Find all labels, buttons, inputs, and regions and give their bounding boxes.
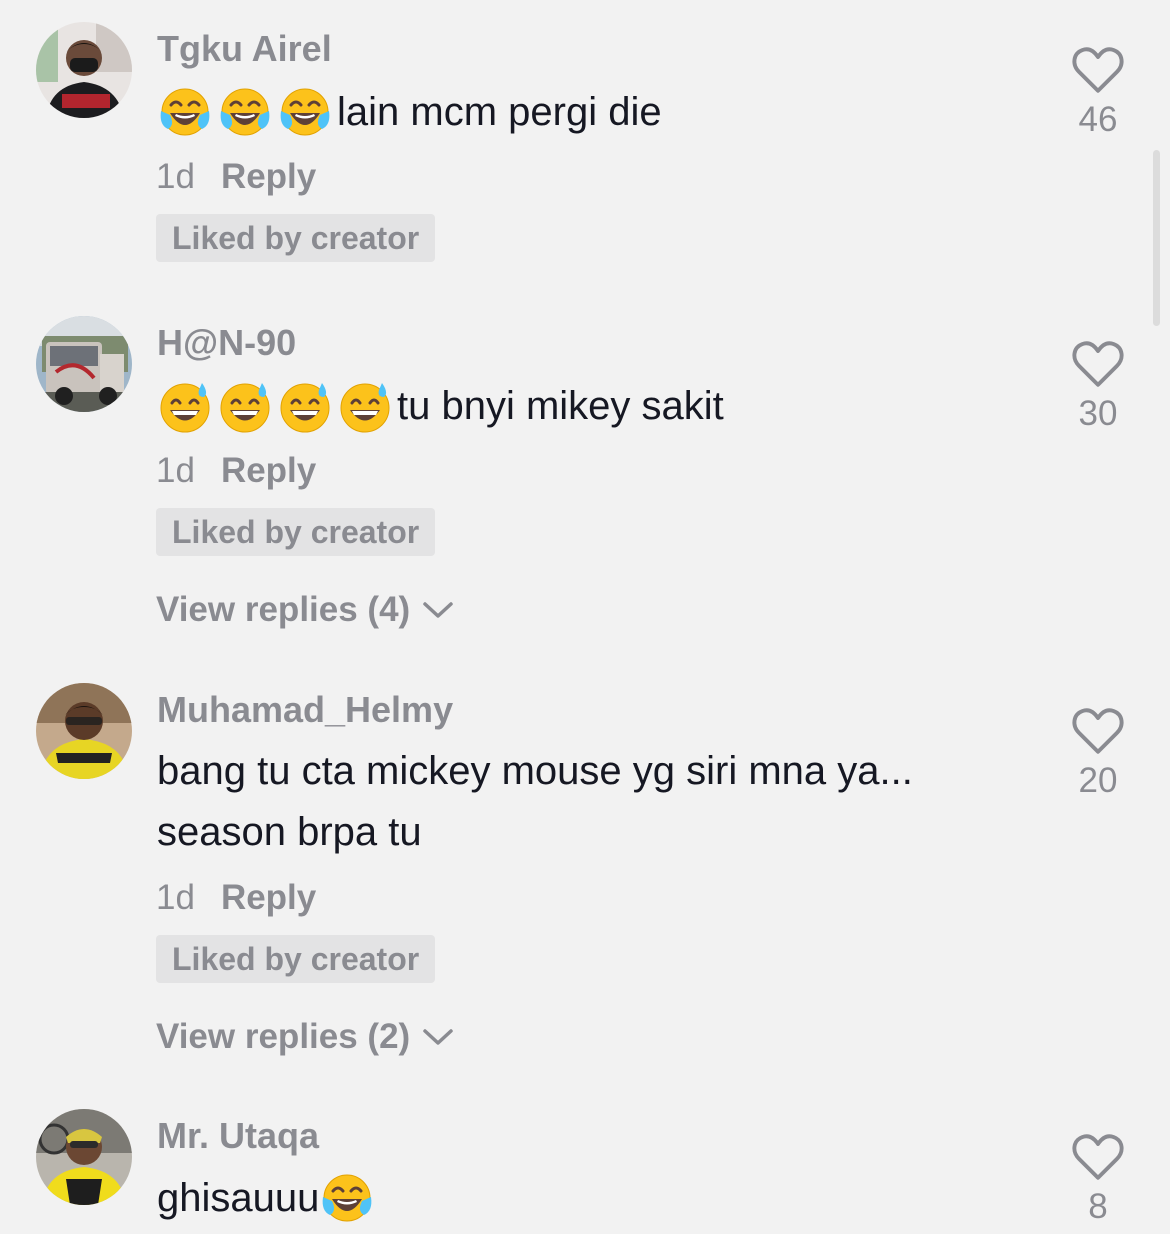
comment-text: bang tu cta mickey mouse yg siri mna ya.… [157, 749, 913, 854]
comment-time: 1d [156, 157, 195, 196]
heart-outline-icon[interactable] [1070, 338, 1126, 390]
comment-time: 1d [156, 878, 195, 917]
avatar[interactable] [36, 683, 132, 779]
avatar[interactable] [36, 1109, 132, 1205]
scrollbar[interactable] [1153, 150, 1160, 326]
like-button[interactable]: 30 [1066, 338, 1130, 434]
comment-username[interactable]: Mr. Utaqa [157, 1115, 319, 1157]
face-with-tears-of-joy-icon [217, 85, 273, 141]
grinning-face-with-sweat-icon [217, 379, 273, 435]
comment-text-body: lain mcm pergi die [337, 90, 662, 134]
liked-by-creator-badge: Liked by creator [156, 508, 436, 556]
like-count: 46 [1078, 100, 1118, 139]
comment-meta: 1d Reply [156, 156, 316, 198]
like-button[interactable]: 8 [1066, 1131, 1130, 1227]
view-replies-button[interactable]: View replies (2) [156, 1016, 454, 1058]
like-button[interactable]: 46 [1066, 44, 1130, 140]
comment-meta: 1d Reply [156, 450, 316, 492]
heart-outline-icon[interactable] [1070, 1131, 1126, 1183]
comment-username[interactable]: H@N-90 [157, 322, 296, 364]
comment-text: lain mcm pergi die [157, 82, 1017, 143]
reply-button[interactable]: Reply [221, 451, 316, 490]
view-replies-button[interactable]: View replies (4) [156, 589, 454, 631]
face-with-tears-of-joy-icon [319, 1171, 375, 1227]
like-count: 30 [1078, 394, 1118, 433]
heart-outline-icon[interactable] [1070, 705, 1126, 757]
view-replies-label: View replies (4) [156, 590, 411, 629]
comment-text: tu bnyi mikey sakit [157, 376, 1017, 437]
avatar[interactable] [36, 316, 132, 412]
comment-meta: 1d Reply [156, 877, 316, 919]
reply-button[interactable]: Reply [221, 878, 316, 917]
chevron-down-icon [422, 600, 454, 620]
comment-text: ghisauuu [157, 1168, 1017, 1229]
grinning-face-with-sweat-icon [277, 379, 333, 435]
face-with-tears-of-joy-icon [157, 85, 213, 141]
liked-by-creator-badge: Liked by creator [156, 935, 436, 983]
avatar[interactable] [36, 22, 132, 118]
reply-button[interactable]: Reply [221, 157, 316, 196]
chevron-down-icon [422, 1027, 454, 1047]
liked-by-creator-badge: Liked by creator [156, 214, 436, 262]
face-with-tears-of-joy-icon [277, 85, 333, 141]
view-replies-label: View replies (2) [156, 1017, 411, 1056]
grinning-face-with-sweat-icon [157, 379, 213, 435]
like-count: 20 [1078, 761, 1118, 800]
comment-time: 1d [156, 451, 195, 490]
like-button[interactable]: 20 [1066, 705, 1130, 801]
comment-username[interactable]: Muhamad_Helmy [157, 689, 453, 731]
comment-text-body: tu bnyi mikey sakit [397, 384, 724, 428]
grinning-face-with-sweat-icon [337, 379, 393, 435]
comment-username[interactable]: Tgku Airel [157, 28, 332, 70]
heart-outline-icon[interactable] [1070, 44, 1126, 96]
comment-text-body: ghisauuu [157, 1176, 320, 1220]
like-count: 8 [1088, 1187, 1108, 1226]
